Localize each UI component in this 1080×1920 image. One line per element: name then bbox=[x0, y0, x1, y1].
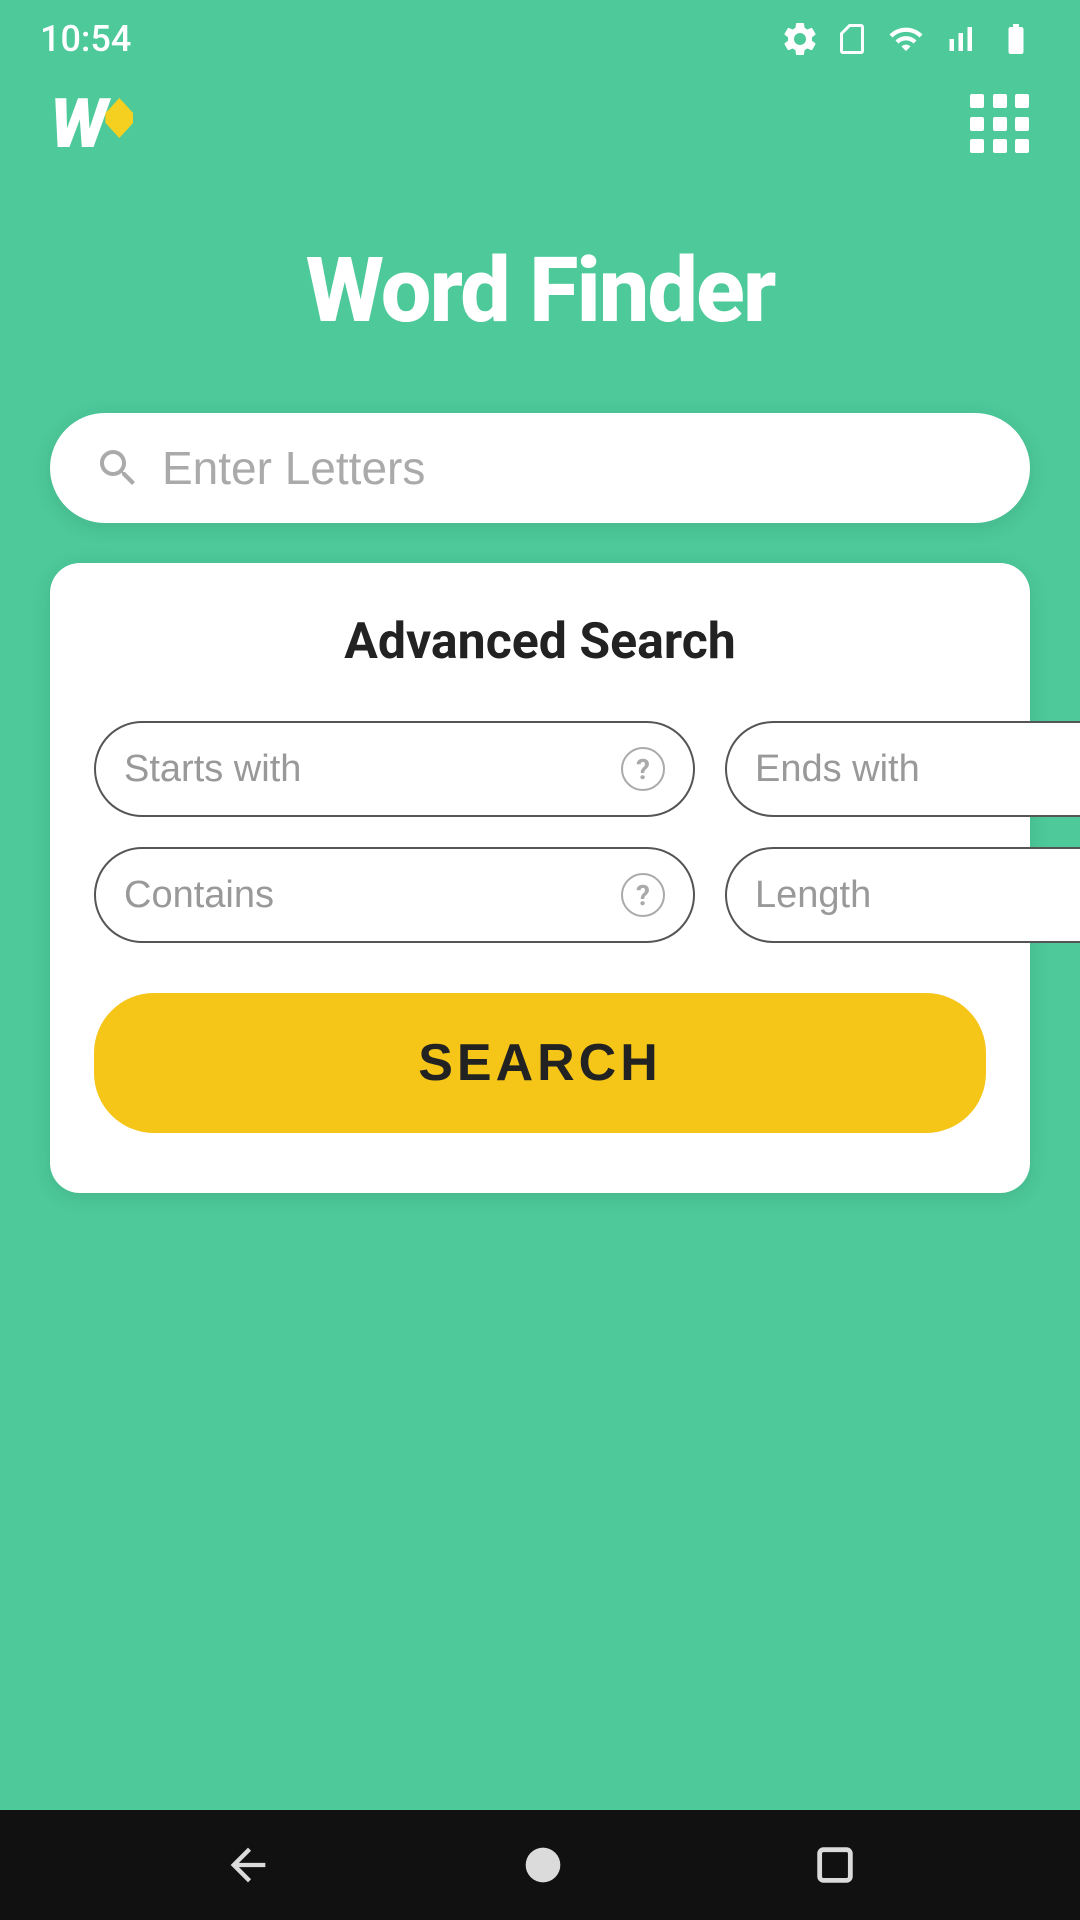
settings-icon bbox=[780, 19, 820, 59]
status-icons bbox=[780, 19, 1040, 59]
home-button[interactable] bbox=[517, 1839, 569, 1891]
back-button[interactable] bbox=[222, 1839, 274, 1891]
search-icon bbox=[94, 444, 142, 492]
battery-icon bbox=[992, 21, 1040, 57]
app-logo: W bbox=[50, 90, 133, 158]
contains-help-icon[interactable]: ? bbox=[621, 873, 665, 917]
main-content: Word Finder Advanced Search ? ? bbox=[0, 178, 1080, 1193]
logo-letter: W bbox=[50, 90, 103, 158]
bottom-nav bbox=[0, 1810, 1080, 1920]
advanced-search-title: Advanced Search bbox=[94, 613, 986, 671]
filter-grid: ? ? ? ? bbox=[94, 721, 986, 943]
storage-icon bbox=[834, 19, 870, 59]
length-input[interactable] bbox=[755, 874, 1080, 917]
starts-with-help-icon[interactable]: ? bbox=[621, 747, 665, 791]
signal-icon bbox=[942, 19, 978, 59]
contains-input[interactable] bbox=[124, 874, 613, 917]
ends-with-field-wrapper[interactable]: ? bbox=[725, 721, 1080, 817]
main-search-input[interactable] bbox=[162, 441, 986, 495]
status-time: 10:54 bbox=[40, 18, 131, 60]
ends-with-input[interactable] bbox=[755, 748, 1080, 791]
page-title: Word Finder bbox=[306, 238, 775, 343]
main-search-bar[interactable] bbox=[50, 413, 1030, 523]
logo-dot bbox=[105, 98, 133, 138]
starts-with-input[interactable] bbox=[124, 748, 613, 791]
contains-field-wrapper[interactable]: ? bbox=[94, 847, 695, 943]
search-button[interactable]: SEARCH bbox=[94, 993, 986, 1133]
length-field-wrapper[interactable]: ? bbox=[725, 847, 1080, 943]
starts-with-field-wrapper[interactable]: ? bbox=[94, 721, 695, 817]
recent-apps-button[interactable] bbox=[812, 1842, 858, 1888]
advanced-search-panel: Advanced Search ? ? ? ? SEARC bbox=[50, 563, 1030, 1193]
status-bar: 10:54 bbox=[0, 0, 1080, 70]
wifi-icon bbox=[884, 21, 928, 57]
grid-menu-icon[interactable] bbox=[970, 94, 1030, 154]
app-bar: W bbox=[0, 70, 1080, 178]
